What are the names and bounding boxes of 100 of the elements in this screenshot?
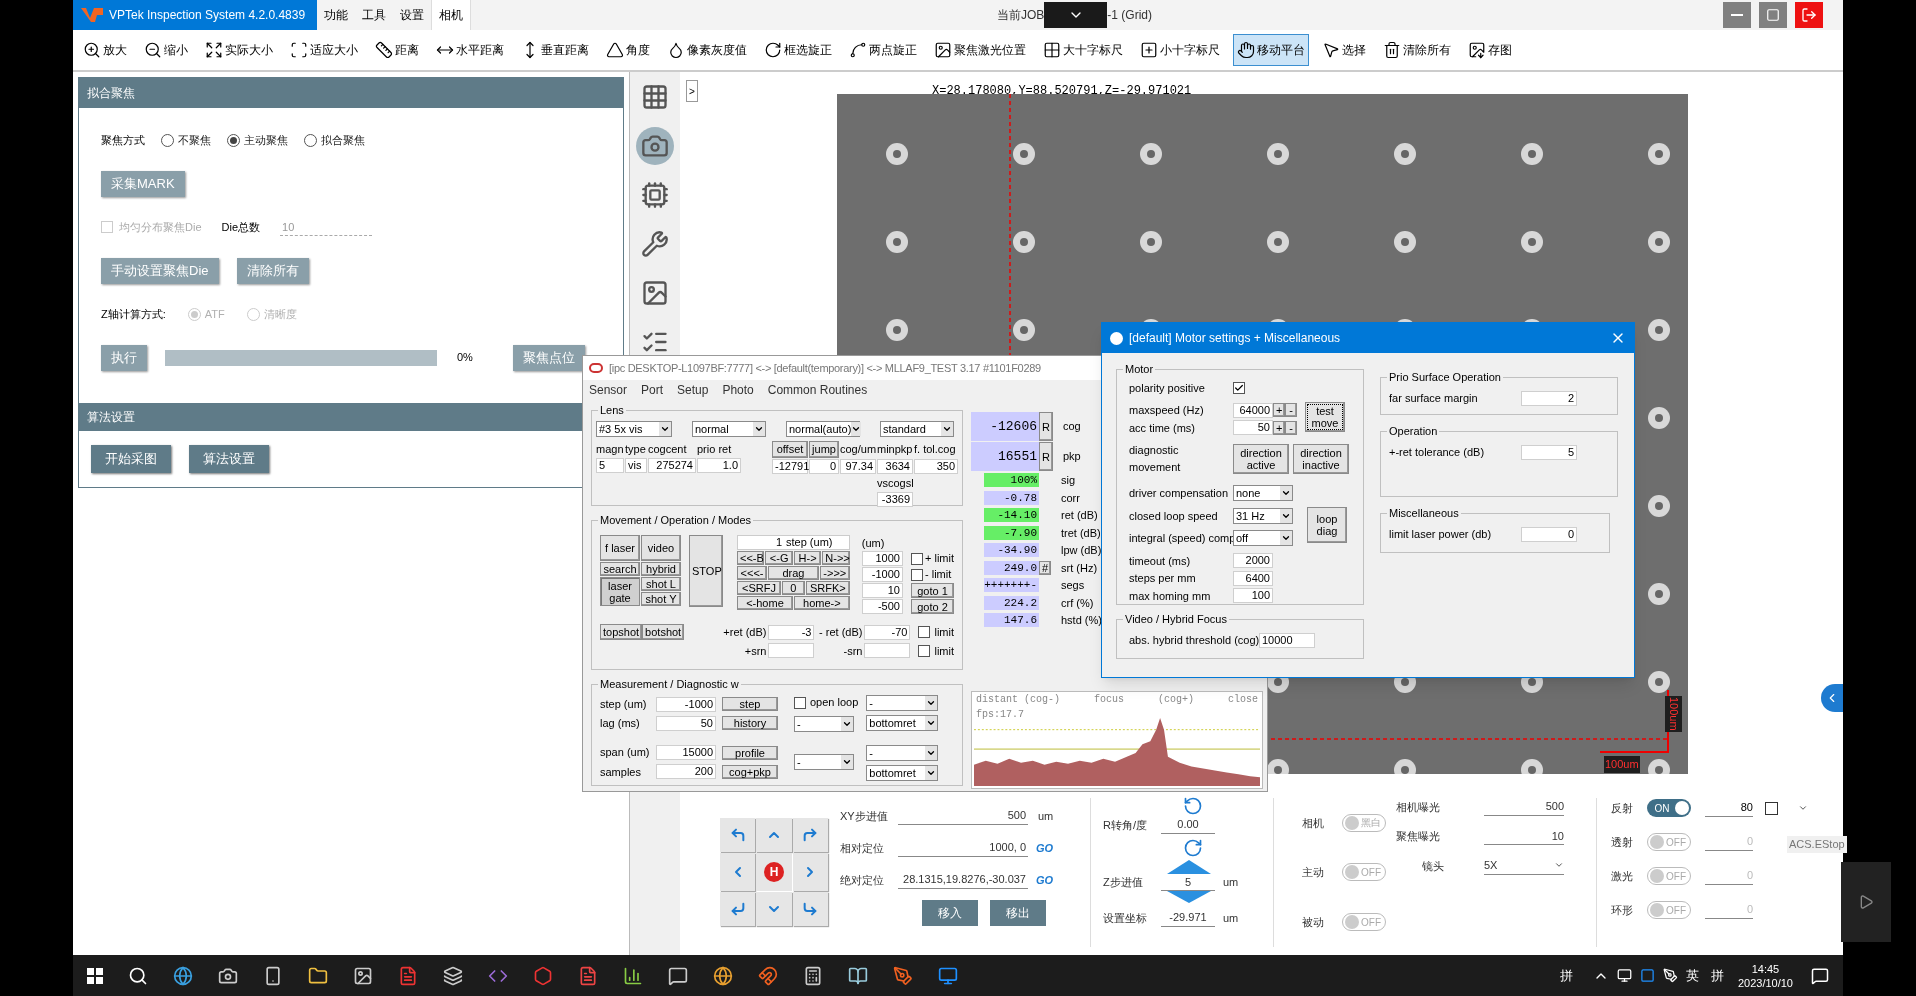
calculator-icon[interactable] bbox=[803, 965, 823, 986]
pen-icon[interactable] bbox=[1662, 968, 1678, 983]
checkbox[interactable] bbox=[794, 696, 806, 709]
input-field[interactable]: 97.34 bbox=[840, 458, 876, 474]
go-button[interactable]: GO bbox=[1036, 839, 1054, 857]
jog-button[interactable]: H-> bbox=[793, 551, 822, 565]
mode-button[interactable]: video bbox=[641, 535, 681, 561]
phone-icon[interactable] bbox=[263, 965, 283, 986]
document-icon[interactable] bbox=[398, 965, 418, 986]
input-field[interactable]: 1000, 0 bbox=[898, 839, 1028, 857]
mode-button[interactable]: shot Y bbox=[641, 592, 681, 606]
input-field[interactable]: 0 bbox=[1521, 526, 1577, 542]
magnet-icon[interactable] bbox=[758, 965, 778, 986]
toolbar-button[interactable]: 选择 bbox=[1318, 34, 1370, 66]
layers-icon[interactable] bbox=[443, 965, 463, 986]
jog-button[interactable] bbox=[792, 892, 828, 926]
action-button[interactable]: profile bbox=[722, 745, 778, 760]
input-field[interactable]: 10 bbox=[1484, 827, 1564, 845]
button[interactable]: jump bbox=[809, 441, 839, 458]
menu-item[interactable]: Setup bbox=[677, 381, 709, 399]
shot-button[interactable]: botshot bbox=[642, 624, 685, 640]
toolbar-button[interactable]: 适应大小 bbox=[286, 34, 362, 66]
ime-indicator[interactable]: 拼 bbox=[1710, 965, 1724, 986]
toolbar-button[interactable]: 缩小 bbox=[140, 34, 192, 66]
action-button[interactable]: 开始采图 bbox=[91, 444, 171, 473]
direction-button[interactable]: direction inactive bbox=[1293, 443, 1349, 474]
input-field[interactable]: -3 bbox=[768, 624, 815, 640]
jog-button[interactable]: home-> bbox=[793, 596, 850, 610]
input-field[interactable]: 1 bbox=[738, 534, 782, 551]
dropdown[interactable]: - bbox=[866, 745, 939, 761]
goto-button[interactable]: goto 1 bbox=[910, 583, 954, 598]
input-field[interactable]: -3369 bbox=[877, 492, 913, 507]
jog-button[interactable]: <SRFJ bbox=[737, 581, 781, 595]
toolbar-button[interactable]: 角度 bbox=[602, 34, 654, 66]
input-field[interactable]: 50 bbox=[1233, 420, 1273, 436]
toggle-switch[interactable]: ON bbox=[1647, 799, 1691, 817]
input-field[interactable]: 28.1315,19.8276,-30.037 bbox=[898, 871, 1028, 889]
input-field[interactable]: -29.971 bbox=[1161, 909, 1215, 927]
checkbox[interactable] bbox=[918, 644, 931, 657]
minimize-button[interactable] bbox=[1723, 2, 1751, 28]
menu-item[interactable]: Port bbox=[641, 381, 664, 399]
dropdown[interactable]: 5X bbox=[1484, 857, 1564, 875]
mode-button[interactable]: hybrid bbox=[641, 562, 681, 576]
checkbox[interactable] bbox=[918, 626, 931, 639]
input-field[interactable]: 500 bbox=[1484, 798, 1564, 816]
maximize-button[interactable] bbox=[1759, 2, 1787, 28]
input-field[interactable]: -12791 bbox=[772, 458, 808, 474]
document-icon[interactable] bbox=[578, 965, 598, 986]
image-icon[interactable] bbox=[353, 965, 373, 986]
dropdown[interactable]: normal bbox=[692, 421, 766, 437]
jog-button[interactable]: <<-B bbox=[737, 551, 765, 565]
checkbox[interactable] bbox=[1233, 382, 1245, 394]
collapse-button[interactable] bbox=[1821, 684, 1843, 712]
menu-tab[interactable]: 功能 bbox=[317, 0, 355, 30]
input-field[interactable]: 1.0 bbox=[697, 457, 741, 473]
jog-button[interactable]: N->> bbox=[822, 551, 850, 565]
toolbar-button[interactable]: 存图 bbox=[1464, 34, 1516, 66]
language-indicator[interactable]: 英 bbox=[1685, 965, 1699, 986]
input-field[interactable]: 2000 bbox=[1233, 553, 1273, 569]
input-field[interactable]: 10000 bbox=[1259, 632, 1315, 648]
collapse-button[interactable]: > bbox=[686, 80, 698, 102]
down-triangle-icon[interactable] bbox=[1167, 891, 1211, 903]
globe-icon[interactable] bbox=[713, 965, 733, 986]
minus-button[interactable]: - bbox=[1285, 403, 1297, 418]
toolbar-button[interactable]: 大十字标尺 bbox=[1039, 34, 1127, 66]
plus-button[interactable]: + bbox=[1273, 403, 1285, 418]
toolbar-button[interactable]: 实际大小 bbox=[201, 34, 277, 66]
toolbar-button[interactable]: 距离 bbox=[371, 34, 423, 66]
toolbar-button[interactable]: 水平距离 bbox=[432, 34, 508, 66]
input-field[interactable]: 5 bbox=[596, 457, 624, 473]
toolbar-button[interactable]: 框选旋正 bbox=[760, 34, 836, 66]
dropdown[interactable]: - bbox=[866, 695, 939, 711]
shot-button[interactable]: topshot bbox=[600, 624, 643, 640]
input-field[interactable]: 10 bbox=[861, 583, 903, 598]
input-field[interactable]: 500 bbox=[898, 807, 1028, 825]
input-field[interactable]: 1000 bbox=[861, 551, 903, 566]
dropdown[interactable]: #3 5x vis bbox=[596, 421, 672, 437]
chart-icon[interactable] bbox=[623, 965, 643, 986]
input-field[interactable]: 64000 bbox=[1233, 402, 1273, 418]
jog-button[interactable] bbox=[792, 818, 828, 852]
monitor-icon[interactable] bbox=[938, 965, 958, 986]
book-icon[interactable] bbox=[848, 965, 868, 986]
mode-button[interactable]: laser gate bbox=[600, 577, 640, 606]
menu-tab[interactable]: 工具 bbox=[355, 0, 393, 30]
app-tray-icon[interactable] bbox=[1639, 968, 1655, 983]
loop-diag-button[interactable]: loop diag bbox=[1307, 507, 1347, 543]
goto-button[interactable]: goto 2 bbox=[910, 599, 954, 614]
mode-button[interactable]: shot L bbox=[641, 577, 681, 591]
dropdown[interactable]: - bbox=[794, 754, 854, 770]
menu-tab[interactable]: 设置 bbox=[393, 0, 431, 30]
exit-button[interactable] bbox=[1795, 2, 1823, 28]
job-dropdown[interactable] bbox=[1044, 2, 1108, 28]
action-button[interactable]: cog+pkp bbox=[722, 764, 778, 779]
jog-button[interactable]: <-home bbox=[737, 596, 793, 610]
dropdown[interactable]: standard bbox=[880, 421, 954, 437]
input-field[interactable]: 3634 bbox=[877, 458, 913, 474]
chat-icon[interactable] bbox=[668, 965, 688, 986]
input-field[interactable]: 6400 bbox=[1233, 570, 1273, 586]
test-move-button[interactable]: test move bbox=[1305, 402, 1345, 432]
input-field[interactable]: -70 bbox=[864, 624, 911, 640]
